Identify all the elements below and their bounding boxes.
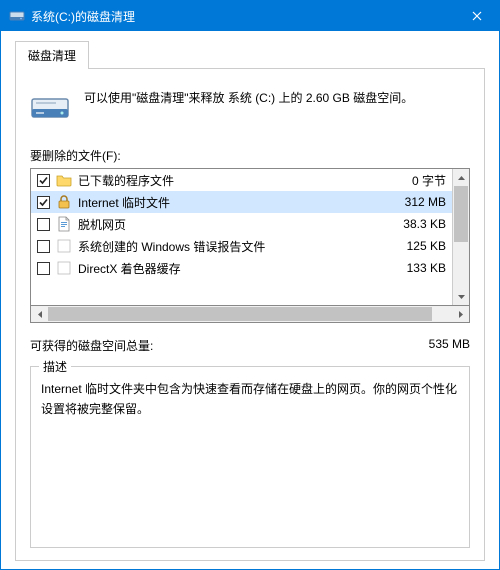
file-name: Internet 临时文件 — [78, 194, 380, 211]
file-row[interactable]: 脱机网页 38.3 KB — [31, 213, 452, 235]
file-size: 0 字节 — [386, 172, 446, 189]
total-row: 可获得的磁盘空间总量: 535 MB — [30, 337, 470, 354]
file-checkbox[interactable] — [37, 174, 50, 187]
lock-icon — [56, 194, 72, 210]
scroll-right-button[interactable] — [452, 306, 469, 322]
file-size: 312 MB — [386, 195, 446, 209]
hscroll-track[interactable] — [48, 306, 452, 322]
window-title: 系统(C:)的磁盘清理 — [31, 8, 454, 25]
total-value: 535 MB — [429, 337, 470, 354]
file-row[interactable]: 已下载的程序文件 0 字节 — [31, 169, 452, 191]
intro-row: 可以使用"磁盘清理"来释放 系统 (C:) 上的 2.60 GB 磁盘空间。 — [30, 85, 470, 125]
scroll-up-button[interactable] — [453, 169, 469, 186]
close-button[interactable] — [454, 1, 499, 31]
file-name: 已下载的程序文件 — [78, 172, 380, 189]
scroll-down-button[interactable] — [453, 288, 469, 305]
horizontal-scrollbar[interactable] — [30, 306, 470, 323]
disk-cleanup-window: 系统(C:)的磁盘清理 磁盘清理 可以使用"磁盘清理"来释放 系统 (C:) 上… — [0, 0, 500, 570]
scroll-left-button[interactable] — [31, 306, 48, 322]
file-name: DirectX 着色器缓存 — [78, 260, 380, 277]
close-icon — [472, 11, 482, 21]
page-icon — [56, 216, 72, 232]
tab-panel: 可以使用"磁盘清理"来释放 系统 (C:) 上的 2.60 GB 磁盘空间。 要… — [15, 68, 485, 561]
hscroll-thumb[interactable] — [48, 307, 432, 321]
file-name: 系统创建的 Windows 错误报告文件 — [78, 238, 380, 255]
description-text: Internet 临时文件夹中包含为快速查看而存储在硬盘上的网页。你的网页个性化… — [41, 379, 459, 420]
file-row[interactable]: DirectX 着色器缓存 133 KB — [31, 257, 452, 279]
disk-cleanup-icon — [9, 8, 25, 24]
tab-disk-cleanup[interactable]: 磁盘清理 — [15, 41, 89, 69]
file-size: 38.3 KB — [386, 217, 446, 231]
scroll-thumb[interactable] — [454, 186, 468, 242]
total-label: 可获得的磁盘空间总量: — [30, 337, 429, 354]
file-size: 125 KB — [386, 239, 446, 253]
file-name: 脱机网页 — [78, 216, 380, 233]
content-area: 磁盘清理 可以使用"磁盘清理"来释放 系统 (C:) 上的 2.60 GB 磁盘… — [1, 31, 499, 569]
files-list-label: 要删除的文件(F): — [30, 147, 470, 164]
file-row[interactable]: Internet 临时文件 312 MB — [31, 191, 452, 213]
disk-drive-icon — [30, 85, 70, 125]
files-list[interactable]: 已下载的程序文件 0 字节 Internet 临时文件 312 MB 脱机网页 38.3 … — [30, 168, 470, 306]
folder-icon — [56, 172, 72, 188]
file-checkbox[interactable] — [37, 240, 50, 253]
description-title: 描述 — [39, 358, 71, 375]
file-checkbox[interactable] — [37, 218, 50, 231]
file-size: 133 KB — [386, 261, 446, 275]
file-row[interactable]: 系统创建的 Windows 错误报告文件 125 KB — [31, 235, 452, 257]
blank-icon — [56, 260, 72, 276]
description-group: 描述 Internet 临时文件夹中包含为快速查看而存储在硬盘上的网页。你的网页… — [30, 366, 470, 548]
file-checkbox[interactable] — [37, 196, 50, 209]
blank-icon — [56, 238, 72, 254]
vertical-scrollbar[interactable] — [452, 169, 469, 305]
scroll-track[interactable] — [453, 186, 469, 288]
file-checkbox[interactable] — [37, 262, 50, 275]
tab-strip: 磁盘清理 — [15, 41, 485, 69]
intro-text: 可以使用"磁盘清理"来释放 系统 (C:) 上的 2.60 GB 磁盘空间。 — [84, 85, 413, 107]
titlebar[interactable]: 系统(C:)的磁盘清理 — [1, 1, 499, 31]
